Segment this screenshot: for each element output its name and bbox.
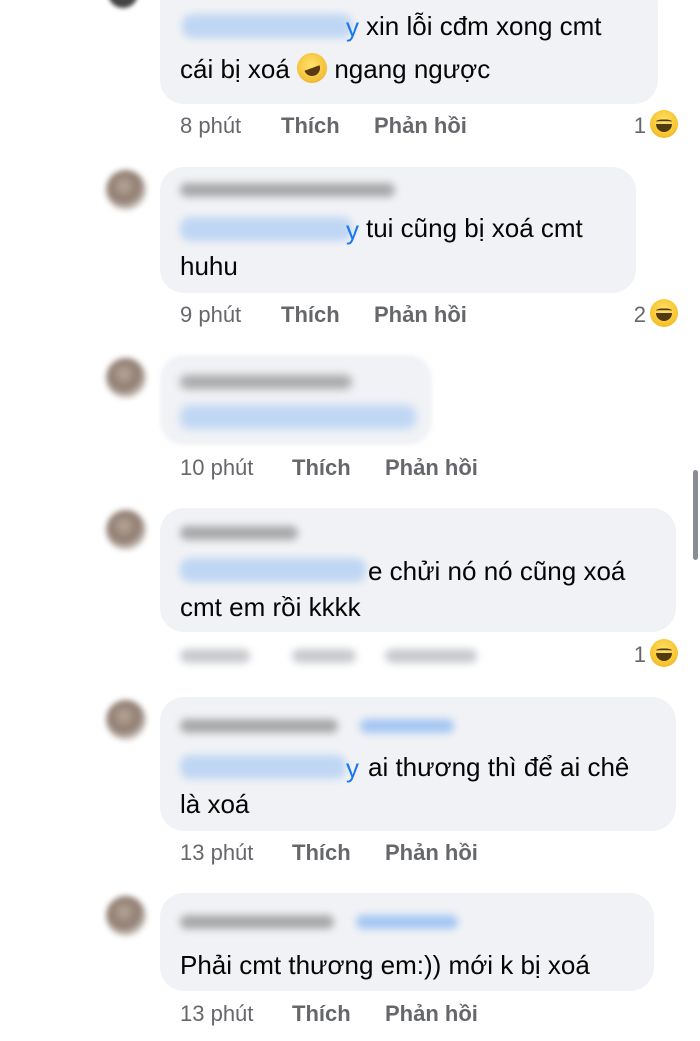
mention-blurred[interactable] <box>180 405 416 429</box>
comment-bubble: e chửi nó nó cũng xoá cmt em rồi kkkk <box>160 508 676 632</box>
follow-link-blurred[interactable] <box>360 719 454 733</box>
comment-text: huhu <box>180 251 238 281</box>
mention-blurred[interactable] <box>180 755 346 779</box>
comment-meta: 10 phút Thích Phản hồi <box>180 453 490 483</box>
comment-time[interactable] <box>180 649 250 663</box>
like-button[interactable]: Thích <box>292 838 351 868</box>
comment-time[interactable]: 9 phút <box>180 300 241 330</box>
comment-bubble: y ai thương thì để ai chê là xoá <box>160 697 676 831</box>
reply-button[interactable]: Phản hồi <box>374 300 467 330</box>
comment-text: xin lỗi cđm xong cmt <box>366 11 602 41</box>
haha-reaction-icon <box>650 110 678 139</box>
reaction-count[interactable]: 1 <box>634 110 678 141</box>
mention-tail: y <box>346 753 359 783</box>
reply-button[interactable]: Phản hồi <box>374 111 467 141</box>
comment-meta: 8 phút Thích Phản hồi <box>180 111 480 141</box>
comment-bubble: Phải cmt thương em:)) mới k bị xoá <box>160 893 654 991</box>
comment-text: cmt em rồi kkkk <box>180 592 361 622</box>
mention-blurred[interactable] <box>180 558 366 582</box>
mention-blurred[interactable] <box>182 14 352 38</box>
author-name-blurred[interactable] <box>180 719 338 733</box>
like-button[interactable]: Thích <box>281 111 340 141</box>
comment-text: Phải cmt thương em:)) mới k bị xoá <box>180 950 590 980</box>
comment-time[interactable]: 10 phút <box>180 453 253 483</box>
reply-button[interactable] <box>385 649 477 663</box>
comment-meta: 13 phút Thích Phản hồi <box>180 838 490 868</box>
mention-tail: y <box>346 215 359 245</box>
comment-text: e chửi nó nó cũng xoá <box>368 556 626 586</box>
author-name-blurred[interactable] <box>180 526 298 540</box>
reply-button[interactable]: Phản hồi <box>385 453 478 483</box>
author-name-blurred[interactable] <box>180 915 334 929</box>
comment-text: cái bị xoá ngang ngược <box>180 48 490 88</box>
avatar[interactable] <box>106 358 146 398</box>
comment-meta: 9 phút Thích Phản hồi <box>180 300 480 330</box>
avatar[interactable] <box>108 0 138 8</box>
avatar[interactable] <box>106 510 146 550</box>
comment-text: ai thương thì để ai chê <box>368 752 630 782</box>
avatar[interactable] <box>106 700 146 740</box>
mention-blurred[interactable] <box>180 217 352 241</box>
comment-meta: 13 phút Thích Phản hồi <box>180 999 490 1029</box>
comment-time[interactable]: 13 phút <box>180 838 253 868</box>
reaction-count[interactable]: 1 <box>634 639 678 670</box>
like-button[interactable] <box>292 649 356 663</box>
like-button[interactable]: Thích <box>292 999 351 1029</box>
haha-reaction-icon <box>650 639 678 668</box>
comment-time[interactable]: 8 phút <box>180 111 241 141</box>
reaction-count[interactable]: 2 <box>634 299 678 330</box>
follow-link-blurred[interactable] <box>356 915 458 929</box>
comment-bubble <box>160 355 432 445</box>
reply-button[interactable]: Phản hồi <box>385 999 478 1029</box>
author-name-blurred[interactable] <box>180 183 395 197</box>
comment-text: là xoá <box>180 789 250 819</box>
comment-bubble: y xin lỗi cđm xong cmt cái bị xoá ngang … <box>160 0 658 104</box>
haha-reaction-icon <box>650 299 678 328</box>
reply-button[interactable]: Phản hồi <box>385 838 478 868</box>
avatar[interactable] <box>106 170 146 210</box>
rolling-on-floor-laughing-icon <box>292 48 332 88</box>
comment-meta <box>180 640 490 670</box>
comment-time[interactable]: 13 phút <box>180 999 253 1029</box>
avatar[interactable] <box>106 896 146 936</box>
mention-tail: y <box>346 12 359 42</box>
author-name-blurred[interactable] <box>180 375 352 389</box>
comment-bubble: y tui cũng bị xoá cmt huhu <box>160 167 636 293</box>
like-button[interactable]: Thích <box>292 453 351 483</box>
comment-text: tui cũng bị xoá cmt <box>366 213 583 243</box>
like-button[interactable]: Thích <box>281 300 340 330</box>
scrollbar[interactable] <box>693 470 698 560</box>
